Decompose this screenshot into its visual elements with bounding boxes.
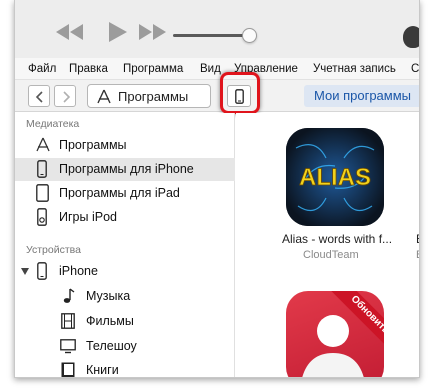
device-name: iPhone [59,264,98,278]
devices-header: Устройства [26,244,81,256]
fast-forward-icon[interactable] [133,22,169,42]
menu-help[interactable]: Справка [411,63,419,75]
category-label: Программы [118,89,189,104]
forward-button[interactable] [54,85,76,107]
sidebar-item-label: Игры iPod [59,210,117,224]
my-apps-button[interactable]: Мои программы [304,85,419,107]
menu-edit[interactable]: Правка [69,63,108,75]
menu-bar: Файл Правка Программа Вид Управление Уче… [15,58,419,80]
sidebar-item-apps[interactable]: Программы [15,134,235,157]
menu-account[interactable]: Учетная запись [313,63,396,75]
toolbar: Программы Мои программы [15,80,419,112]
play-icon[interactable] [105,20,129,44]
sidebar-item-tv-shows[interactable]: Телешоу [15,335,235,358]
app-developer[interactable]: Be [416,249,419,261]
ipod-icon [37,208,47,226]
sidebar-item-label: Программы для iPhone [59,162,194,176]
sidebar-item-label: Телешоу [86,339,137,353]
apps-icon [36,137,50,152]
player-bar [15,0,419,58]
apps-grid: ALIAS Alias - words with f... CloudTeam … [236,113,419,377]
alias-logo: ALIAS [286,128,384,226]
itunes-window: Файл Правка Программа Вид Управление Уче… [14,0,420,378]
app-icon-alias[interactable]: ALIAS [286,128,384,226]
app-title[interactable]: Ba [416,232,419,246]
triangle-down-icon[interactable] [21,268,29,275]
film-icon [61,313,75,329]
sidebar-item-ipod-games[interactable]: Игры iPod [15,206,235,229]
sidebar-item-iphone-apps[interactable]: Программы для iPhone [15,158,235,181]
sidebar-item-books[interactable]: Книги [15,359,235,377]
sidebar-item-music[interactable]: Музыка [15,285,235,308]
sidebar-item-label: Музыка [86,289,131,303]
rewind-icon[interactable] [53,22,89,42]
iphone-icon [37,160,47,178]
sidebar-item-label: Фильмы [86,314,134,328]
sidebar-item-label: Книги [86,363,119,377]
volume-knob[interactable] [242,28,257,43]
app-developer[interactable]: CloudTeam [303,249,359,261]
sidebar: Медиатека Программы Программы для iPhone… [15,113,235,377]
menu-program[interactable]: Программа [123,63,183,75]
category-dropdown[interactable]: Программы [87,84,211,108]
my-apps-label: Мои программы [314,88,411,103]
sidebar-item-label: Программы [59,138,127,152]
iphone-icon [37,262,47,280]
sidebar-device-iphone[interactable]: iPhone [15,260,235,283]
ipad-icon [36,184,49,202]
app-icon-second[interactable]: Обновить [286,291,384,377]
sidebar-item-ipad-apps[interactable]: Программы для iPad [15,182,235,205]
sidebar-item-movies[interactable]: Фильмы [15,310,235,333]
music-note-icon [63,288,75,303]
menu-view[interactable]: Вид [200,63,221,75]
chevron-right-icon [63,91,71,103]
apple-logo [403,26,419,48]
books-icon [61,362,75,377]
svg-text:ALIAS: ALIAS [299,164,371,191]
sidebar-item-label: Программы для iPad [59,186,180,200]
tv-icon [60,339,76,354]
volume-slider[interactable] [173,34,249,37]
apps-icon [97,89,111,104]
library-header: Медиатека [26,118,80,130]
app-title[interactable]: Alias - words with f... [282,232,392,246]
device-button-highlight [220,72,260,114]
chevron-left-icon [35,91,43,103]
back-button[interactable] [28,85,50,107]
menu-file[interactable]: Файл [28,63,56,75]
